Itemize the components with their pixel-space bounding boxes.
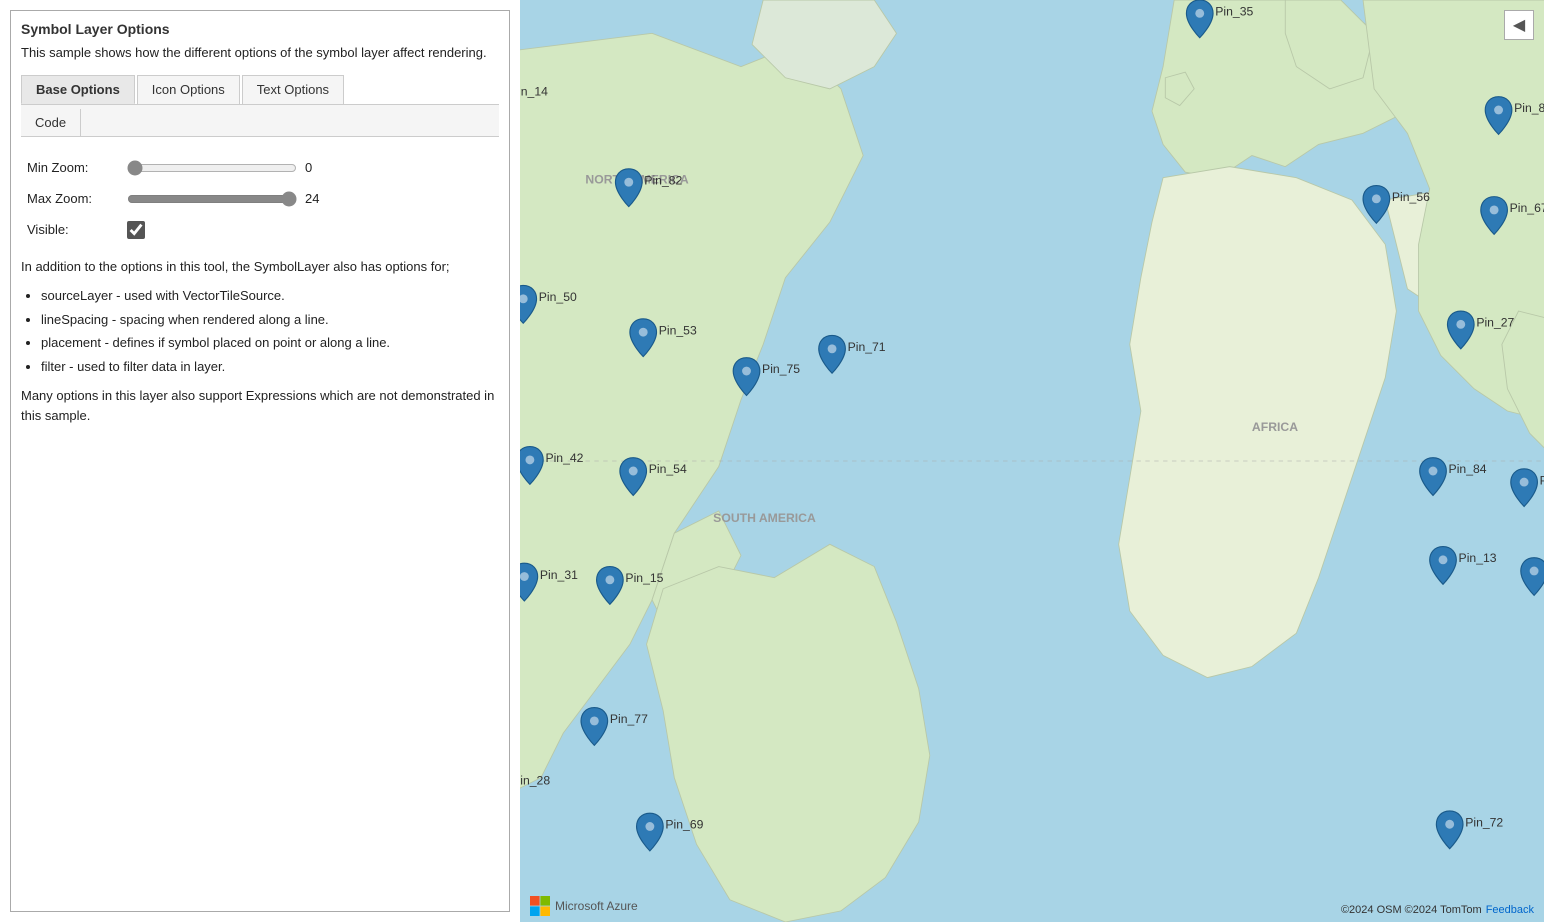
max-zoom-slider[interactable]: [127, 191, 297, 207]
visible-row: Visible:: [27, 221, 493, 239]
svg-text:Pin_71: Pin_71: [848, 340, 886, 354]
map-area[interactable]: NORTH AMERICA SOUTH AMERICA AFRICA Pin_3…: [520, 0, 1544, 922]
svg-text:Pin_83: Pin_83: [1514, 101, 1544, 115]
svg-text:Pin_53: Pin_53: [659, 323, 697, 337]
controls-section: Min Zoom: 0 Max Zoom: 24 Visible:: [21, 145, 499, 253]
svg-text:Pin_72: Pin_72: [1465, 815, 1503, 829]
min-zoom-row: Min Zoom: 0: [27, 159, 493, 177]
svg-text:Pin_14: Pin_14: [520, 85, 548, 99]
min-zoom-label: Min Zoom:: [27, 160, 117, 175]
info-heading: In addition to the options in this tool,…: [21, 257, 499, 277]
svg-text:Pin_77: Pin_77: [610, 712, 648, 726]
min-zoom-slider[interactable]: [127, 159, 297, 177]
svg-text:Pin_27: Pin_27: [1476, 316, 1514, 330]
svg-text:Pin_69: Pin_69: [665, 818, 703, 832]
azure-logo: Microsoft Azure: [530, 896, 638, 916]
left-panel: Symbol Layer Options This sample shows h…: [10, 10, 510, 912]
tab-text-options[interactable]: Text Options: [242, 75, 344, 104]
panel-description: This sample shows how the different opti…: [21, 43, 499, 63]
svg-text:Pin_54: Pin_54: [649, 462, 687, 476]
max-zoom-row: Max Zoom: 24: [27, 191, 493, 207]
svg-text:Pin_75: Pin_75: [762, 362, 800, 376]
map-attribution: ©2024 OSM ©2024 TomTom Feedback: [1341, 904, 1534, 916]
panel-title: Symbol Layer Options: [21, 21, 499, 37]
svg-text:AFRICA: AFRICA: [1252, 420, 1298, 434]
info-section: In addition to the options in this tool,…: [21, 253, 499, 436]
bullet-3: placement - defines if symbol placed on …: [41, 333, 499, 353]
tab-bar: Base Options Icon Options Text Options: [21, 75, 499, 105]
max-zoom-slider-container: 24: [127, 191, 329, 207]
svg-text:Pin_56: Pin_56: [1392, 190, 1430, 204]
bullet-list: sourceLayer - used with VectorTileSource…: [41, 286, 499, 376]
footer-text: Many options in this layer also support …: [21, 386, 499, 425]
azure-label: Microsoft Azure: [555, 899, 638, 913]
svg-text:Pin_38: Pin_38: [1540, 473, 1544, 487]
tab-base-options[interactable]: Base Options: [21, 75, 135, 104]
svg-text:Pin_35: Pin_35: [1215, 5, 1253, 19]
visible-label: Visible:: [27, 222, 117, 237]
feedback-link[interactable]: Feedback: [1486, 904, 1534, 916]
map-svg: NORTH AMERICA SOUTH AMERICA AFRICA Pin_3…: [520, 0, 1544, 922]
tab-icon-options[interactable]: Icon Options: [137, 75, 240, 104]
bullet-1: sourceLayer - used with VectorTileSource…: [41, 286, 499, 306]
svg-text:Pin_82: Pin_82: [644, 173, 682, 187]
svg-text:Pin_84: Pin_84: [1449, 462, 1487, 476]
min-zoom-value: 0: [305, 160, 329, 175]
tab-code[interactable]: Code: [21, 109, 81, 136]
bullet-2: lineSpacing - spacing when rendered alon…: [41, 310, 499, 330]
svg-text:Pin_42: Pin_42: [545, 451, 583, 465]
svg-text:Pin_28: Pin_28: [520, 773, 550, 787]
svg-text:Pin_15: Pin_15: [625, 571, 663, 585]
svg-text:SOUTH AMERICA: SOUTH AMERICA: [713, 511, 816, 525]
min-zoom-slider-container: 0: [127, 159, 329, 177]
svg-text:Pin_50: Pin_50: [539, 290, 577, 304]
azure-icon: [530, 896, 550, 916]
svg-text:Pin_31: Pin_31: [540, 568, 578, 582]
attribution-text: ©2024 OSM ©2024 TomTom: [1341, 904, 1482, 916]
bullet-4: filter - used to filter data in layer.: [41, 357, 499, 377]
svg-text:Pin_13: Pin_13: [1459, 551, 1497, 565]
max-zoom-value: 24: [305, 191, 329, 206]
svg-text:Pin_67: Pin_67: [1510, 201, 1544, 215]
collapse-button[interactable]: ◀: [1504, 10, 1534, 40]
visible-checkbox[interactable]: [127, 221, 145, 239]
max-zoom-label: Max Zoom:: [27, 191, 117, 206]
